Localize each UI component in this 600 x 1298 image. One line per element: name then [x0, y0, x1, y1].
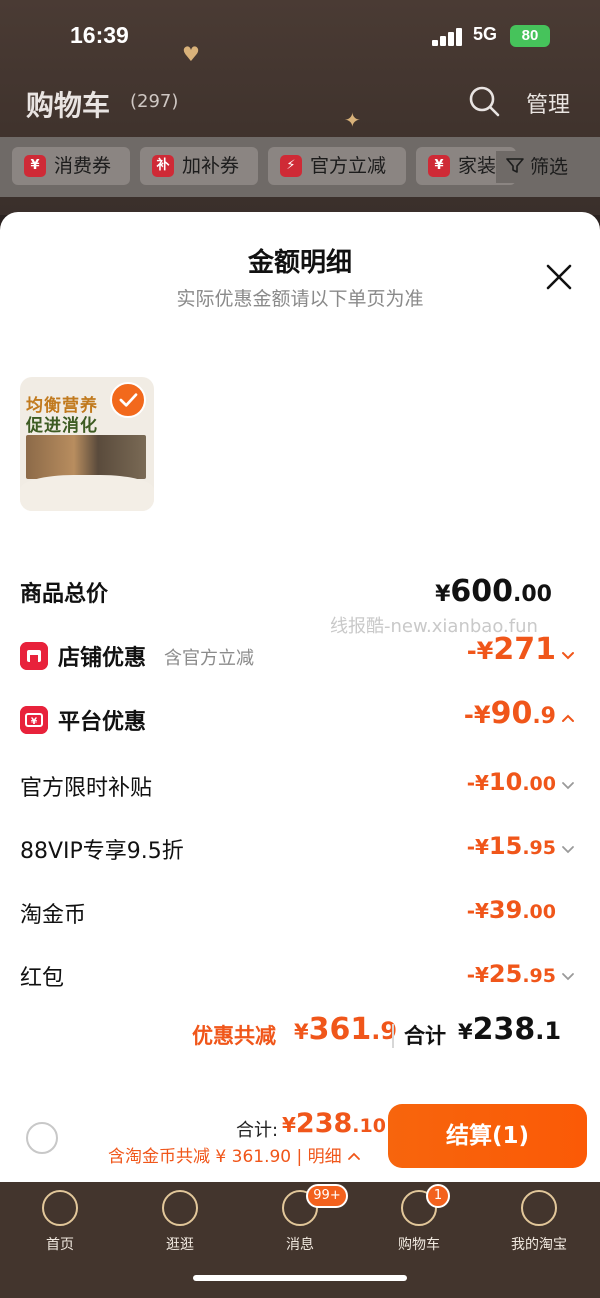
checkout-detail-link[interactable]: 含淘金币共减 ¥ 361.90 | 明细	[108, 1142, 361, 1167]
amount-detail-sheet: 金额明细 实际优惠金额请以下单页为准 均衡营养 促进消化 商品总价 ¥600.0…	[0, 212, 600, 1182]
subsidy-icon: 补	[152, 155, 174, 177]
product-image-text: 促进消化	[26, 416, 98, 436]
svg-text:¥: ¥	[31, 717, 38, 727]
status-time: 16:39	[70, 22, 129, 48]
tab-label: 我的淘宝	[511, 1237, 567, 1253]
tab-label: 逛逛	[166, 1237, 194, 1253]
sum-total-label: 合计	[404, 1024, 446, 1048]
coupon-icon: ¥	[428, 155, 450, 177]
chip-label: 家装	[458, 155, 497, 177]
chip-subsidy[interactable]: 补 加补券	[140, 147, 258, 185]
tab-label: 首页	[46, 1237, 74, 1253]
chip-label: 加补券	[182, 155, 240, 177]
checkout-button[interactable]: 结算(1)	[388, 1104, 587, 1168]
tab-label: 购物车	[398, 1237, 440, 1253]
search-icon[interactable]	[468, 85, 500, 117]
filter-label: 筛选	[530, 156, 569, 178]
manage-button[interactable]: 管理	[526, 87, 570, 119]
chevron-up-icon	[348, 1152, 360, 1160]
battery-icon: 80	[510, 25, 550, 47]
vip-discount-value: -¥15.95	[466, 832, 556, 860]
store-icon	[20, 642, 48, 670]
total-price-value: ¥600.00	[435, 574, 552, 609]
store-discount-value: -¥271	[466, 632, 556, 667]
lightning-icon: ⚡	[280, 155, 302, 177]
check-icon	[110, 382, 146, 418]
tab-browse[interactable]: 逛逛	[130, 1186, 230, 1266]
status-bar: 16:39 5G 80	[0, 20, 600, 56]
checkout-total-label: 合计:	[236, 1120, 279, 1141]
tab-cart[interactable]: 购物车	[369, 1186, 469, 1266]
store-discount-note: 含官方立减	[164, 648, 254, 669]
store-discount-label: 店铺优惠	[58, 646, 147, 671]
home-icon	[42, 1190, 78, 1226]
cart-badge: 1	[426, 1184, 450, 1208]
filter-chip-bar: ¥ 消费券 补 加补券 ⚡ 官方立减 ¥ 家装 筛选	[0, 137, 600, 197]
sheet-title: 金额明细	[247, 248, 352, 278]
filter-button[interactable]: 筛选	[496, 151, 600, 183]
chevron-down-icon[interactable]	[560, 842, 576, 858]
chevron-up-icon[interactable]	[560, 710, 576, 726]
chevron-down-icon[interactable]	[560, 778, 576, 794]
total-discount-value: ¥361.9	[294, 1012, 398, 1047]
chip-official-discount[interactable]: ⚡ 官方立减	[268, 147, 406, 185]
platform-discount-value: -¥90.9	[463, 696, 556, 731]
select-all-radio[interactable]	[26, 1122, 58, 1154]
chip-label: 官方立减	[310, 155, 387, 177]
checkout-bar: 合计: ¥238.10 含淘金币共减 ¥ 361.90 | 明细 结算(1)	[0, 1096, 600, 1182]
home-indicator	[193, 1275, 407, 1281]
coin-label: 淘金币	[20, 903, 87, 928]
red-packet-label: 红包	[20, 966, 65, 991]
chevron-down-icon[interactable]	[560, 969, 576, 985]
cart-item-count: (297)	[130, 91, 179, 112]
network-label: 5G	[473, 24, 498, 44]
filter-icon	[506, 158, 524, 173]
tab-my-taobao[interactable]: 我的淘宝	[489, 1186, 589, 1266]
total-discount-label: 优惠共减	[192, 1024, 276, 1048]
red-packet-value: -¥25.95	[466, 960, 556, 988]
profile-icon	[521, 1190, 557, 1226]
subsidy-label: 官方限时补贴	[20, 776, 153, 801]
platform-coupon-icon: ¥	[20, 706, 48, 734]
vip-discount-label: 88VIP专享9.5折	[20, 839, 184, 864]
signal-icon	[432, 28, 464, 46]
platform-discount-label: 平台优惠	[58, 710, 147, 735]
close-icon[interactable]	[544, 262, 574, 292]
coupon-icon: ¥	[24, 155, 46, 177]
total-price-label: 商品总价	[20, 582, 109, 607]
bone-deco-icon: ✦	[344, 108, 361, 132]
page-title: 购物车	[26, 89, 111, 122]
sheet-subtitle: 实际优惠金额请以下单页为准	[176, 288, 424, 310]
subsidy-value: -¥10.00	[466, 768, 556, 796]
checkout-total-value: ¥238.10	[282, 1108, 386, 1139]
chip-label: 消费券	[54, 155, 112, 177]
coin-value: -¥39.00	[466, 896, 556, 924]
chevron-down-icon[interactable]	[560, 648, 576, 664]
product-photo	[26, 435, 146, 479]
tab-home[interactable]: 首页	[10, 1186, 110, 1266]
browse-icon	[162, 1190, 198, 1226]
heart-deco-icon: ♥	[182, 42, 200, 66]
chip-coupon[interactable]: ¥ 消费券	[12, 147, 130, 185]
discount-summary: 优惠共减 ¥361.9 合计 ¥238.1	[0, 1012, 600, 1052]
message-badge: 99+	[306, 1184, 348, 1208]
sum-total-value: ¥238.1	[458, 1012, 562, 1047]
tab-label: 消息	[286, 1237, 314, 1253]
